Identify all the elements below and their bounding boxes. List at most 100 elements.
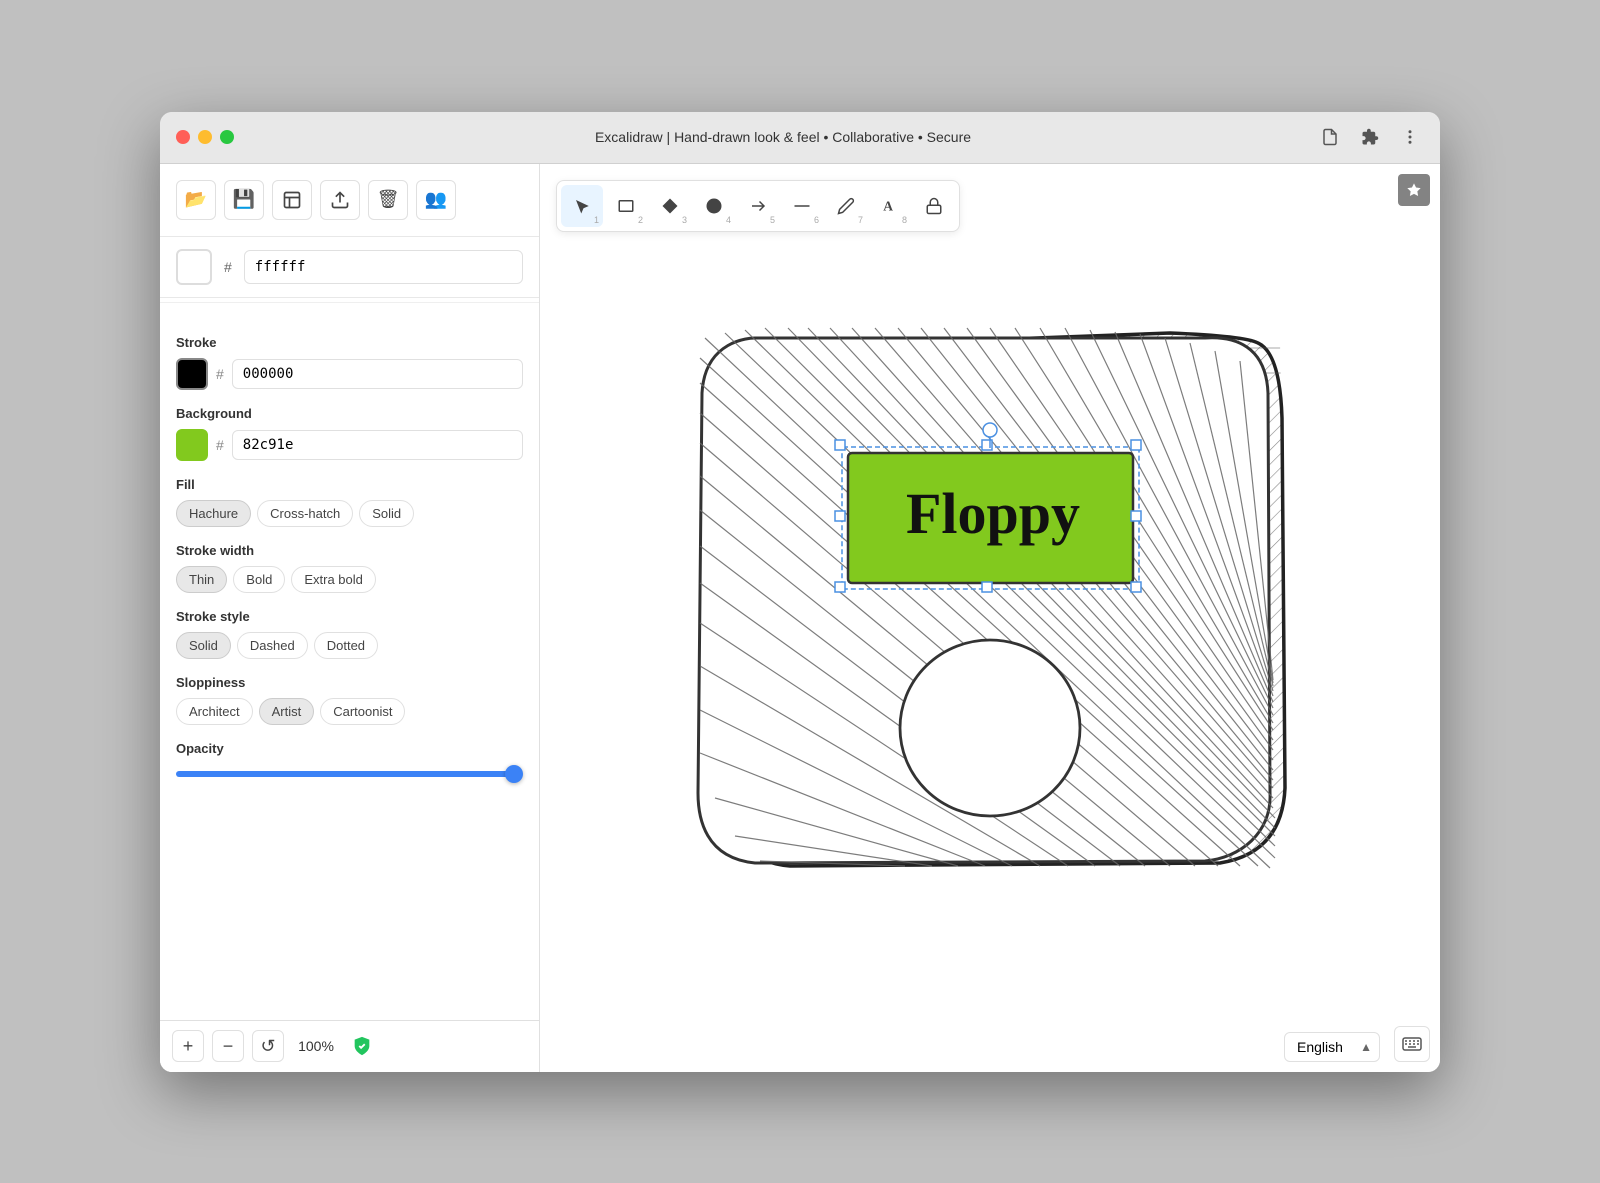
stroke-width-section: Stroke width Thin Bold Extra bold <box>176 543 523 593</box>
sloppiness-section: Sloppiness Architect Artist Cartoonist <box>176 675 523 725</box>
arrow-tool[interactable]: 5 <box>737 185 779 227</box>
svg-text:A: A <box>883 198 893 213</box>
collaborate-button[interactable]: 👥 <box>416 180 456 220</box>
titlebar: Excalidraw | Hand-drawn look & feel • Co… <box>160 112 1440 164</box>
sloppiness-options: Architect Artist Cartoonist <box>176 698 523 725</box>
stroke-hash: # <box>216 366 224 382</box>
sidebar-bottom-bar: + − ↺ 100% <box>160 1020 539 1072</box>
fill-solid[interactable]: Solid <box>359 500 414 527</box>
save-button[interactable]: 💾 <box>224 180 264 220</box>
sloppiness-artist[interactable]: Artist <box>259 698 315 725</box>
stroke-style-dashed[interactable]: Dashed <box>237 632 308 659</box>
background-hash: # <box>216 437 224 453</box>
sloppiness-cartoonist[interactable]: Cartoonist <box>320 698 405 725</box>
window-title: Excalidraw | Hand-drawn look & feel • Co… <box>250 129 1316 145</box>
language-select[interactable]: English Español Français Deutsch <box>1284 1032 1380 1062</box>
opacity-section: Opacity <box>176 741 523 782</box>
maximize-button[interactable] <box>220 130 234 144</box>
background-color-swatch[interactable] <box>176 429 208 461</box>
stroke-width-bold[interactable]: Bold <box>233 566 285 593</box>
menu-icon[interactable] <box>1396 123 1424 151</box>
handle-bm[interactable] <box>982 582 992 592</box>
stroke-width-thin[interactable]: Thin <box>176 566 227 593</box>
main-layout: 📂 💾 🗑 👥 # <box>160 164 1440 1072</box>
opacity-slider[interactable] <box>176 771 523 777</box>
fill-label: Fill <box>176 477 523 492</box>
floppy-hole <box>900 640 1080 816</box>
color-picker-section: # <box>160 237 539 298</box>
background-section: Background # <box>176 406 523 461</box>
stroke-width-extra-bold[interactable]: Extra bold <box>291 566 376 593</box>
stroke-label: Stroke <box>176 335 523 350</box>
text-tool[interactable]: A 8 <box>869 185 911 227</box>
rotation-handle[interactable] <box>983 423 997 437</box>
handle-ml[interactable] <box>835 511 845 521</box>
background-color-preview[interactable] <box>176 249 212 285</box>
stroke-color-swatch[interactable] <box>176 358 208 390</box>
handle-mr[interactable] <box>1131 511 1141 521</box>
traffic-lights <box>176 130 234 144</box>
stroke-style-dotted[interactable]: Dotted <box>314 632 378 659</box>
zoom-out-button[interactable]: − <box>212 1030 244 1062</box>
line-tool[interactable]: 6 <box>781 185 823 227</box>
stroke-style-solid[interactable]: Solid <box>176 632 231 659</box>
fill-hachure[interactable]: Hachure <box>176 500 251 527</box>
canvas-area[interactable]: 1 2 3 4 5 <box>540 164 1440 1072</box>
zoom-reset-button[interactable]: ↺ <box>252 1030 284 1062</box>
lock-tool[interactable] <box>913 185 955 227</box>
fill-options: Hachure Cross-hatch Solid <box>176 500 523 527</box>
stroke-style-label: Stroke style <box>176 609 523 624</box>
handle-bl[interactable] <box>835 582 845 592</box>
fill-crosshatch[interactable]: Cross-hatch <box>257 500 353 527</box>
background-color-input-2[interactable] <box>232 430 523 460</box>
stroke-width-options: Thin Bold Extra bold <box>176 566 523 593</box>
extension-icon[interactable] <box>1356 123 1384 151</box>
fill-section: Fill Hachure Cross-hatch Solid <box>176 477 523 527</box>
app-window: Excalidraw | Hand-drawn look & feel • Co… <box>160 112 1440 1072</box>
drawing-toolbar: 1 2 3 4 5 <box>540 180 1440 232</box>
opacity-label: Opacity <box>176 741 523 756</box>
floppy-disk-illustration: Floppy <box>698 328 1275 868</box>
rectangle-tool[interactable]: 2 <box>605 185 647 227</box>
diamond-tool[interactable]: 3 <box>649 185 691 227</box>
handle-tl[interactable] <box>835 440 845 450</box>
zoom-level: 100% <box>292 1038 340 1054</box>
canvas-svg: Floppy <box>540 164 1440 1072</box>
stroke-color-input[interactable] <box>232 359 523 389</box>
language-selector-wrapper: English Español Français Deutsch ▲ <box>1284 1032 1380 1062</box>
background-color-input[interactable] <box>244 250 523 284</box>
open-button[interactable]: 📂 <box>176 180 216 220</box>
sidebar: 📂 💾 🗑 👥 # <box>160 164 540 1072</box>
properties-panel: Stroke # Background # <box>160 319 539 1020</box>
stroke-color-row: # <box>176 358 523 390</box>
divider-1 <box>160 302 539 303</box>
shield-icon <box>348 1032 376 1060</box>
pencil-tool[interactable]: 7 <box>825 185 867 227</box>
background-color-row: # <box>176 429 523 461</box>
select-tool[interactable]: 1 <box>561 185 603 227</box>
floppy-text: Floppy <box>906 481 1080 546</box>
ellipse-tool[interactable]: 4 <box>693 185 735 227</box>
keyboard-button[interactable] <box>1394 1026 1430 1062</box>
handle-tr[interactable] <box>1131 440 1141 450</box>
drawing-tools: 1 2 3 4 5 <box>556 180 960 232</box>
minimize-button[interactable] <box>198 130 212 144</box>
sidebar-toolbar: 📂 💾 🗑 👥 <box>160 164 539 237</box>
titlebar-actions <box>1316 123 1424 151</box>
handle-br[interactable] <box>1131 582 1141 592</box>
new-file-icon[interactable] <box>1316 123 1344 151</box>
stroke-style-section: Stroke style Solid Dashed Dotted <box>176 609 523 659</box>
stroke-section: Stroke # <box>176 335 523 390</box>
stroke-style-options: Solid Dashed Dotted <box>176 632 523 659</box>
sloppiness-label: Sloppiness <box>176 675 523 690</box>
corner-pin[interactable] <box>1398 174 1430 206</box>
delete-button[interactable]: 🗑 <box>368 180 408 220</box>
zoom-in-button[interactable]: + <box>172 1030 204 1062</box>
background-label: Background <box>176 406 523 421</box>
stroke-width-label: Stroke width <box>176 543 523 558</box>
close-button[interactable] <box>176 130 190 144</box>
export-button[interactable] <box>320 180 360 220</box>
hash-symbol: # <box>220 259 236 275</box>
export-image-button[interactable] <box>272 180 312 220</box>
sloppiness-architect[interactable]: Architect <box>176 698 253 725</box>
